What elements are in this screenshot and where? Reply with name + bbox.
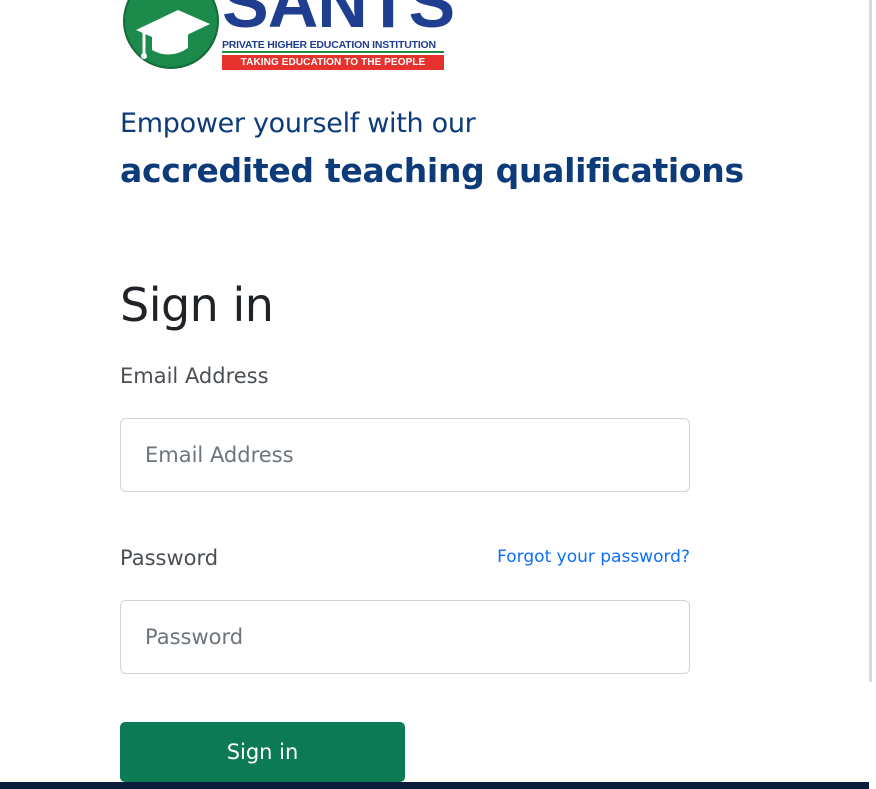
sign-in-page: SANTS PRIVATE HIGHER EDUCATION INSTITUTI…	[0, 0, 876, 789]
logo-wordmark: SANTS	[222, 0, 455, 42]
logo-tagline: TAKING EDUCATION TO THE PEOPLE	[222, 55, 444, 70]
email-label: Email Address	[120, 364, 269, 388]
email-field[interactable]	[120, 418, 690, 492]
password-label: Password	[120, 546, 219, 570]
right-edge-divider	[869, 0, 872, 682]
hero-line-1: Empower yourself with our	[120, 108, 476, 139]
logo-subtitle: PRIVATE HIGHER EDUCATION INSTITUTION	[222, 39, 436, 51]
sign-in-button[interactable]: Sign in	[120, 722, 405, 782]
graduation-cap-logo-icon	[123, 0, 219, 69]
password-field[interactable]	[120, 600, 690, 674]
hero-line-2: accredited teaching qualifications	[120, 151, 744, 190]
logo-divider	[222, 51, 444, 53]
page-title: Sign in	[120, 278, 274, 332]
sants-logo: SANTS PRIVATE HIGHER EDUCATION INSTITUTI…	[122, 0, 455, 72]
forgot-password-link[interactable]: Forgot your password?	[497, 547, 690, 567]
footer-bar	[0, 782, 869, 789]
